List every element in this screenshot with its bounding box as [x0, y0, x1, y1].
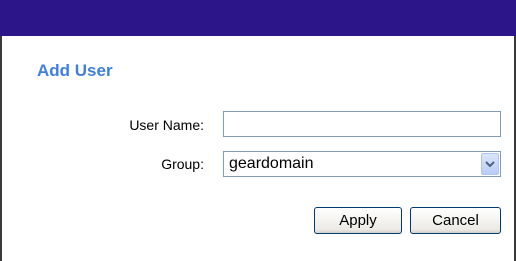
add-user-dialog: Add User User Name: Group: geardomain Ap…: [0, 0, 516, 261]
top-bar: [0, 0, 516, 36]
username-label: User Name:: [129, 117, 204, 133]
page-title: Add User: [37, 61, 113, 80]
chevron-down-icon[interactable]: [481, 153, 499, 175]
group-select[interactable]: geardomain: [223, 151, 501, 177]
username-input[interactable]: [223, 111, 501, 137]
group-select-value: geardomain: [229, 155, 314, 172]
group-label: Group:: [161, 156, 204, 172]
left-border: [0, 36, 2, 261]
cancel-button[interactable]: Cancel: [410, 207, 501, 234]
apply-button[interactable]: Apply: [314, 207, 402, 234]
